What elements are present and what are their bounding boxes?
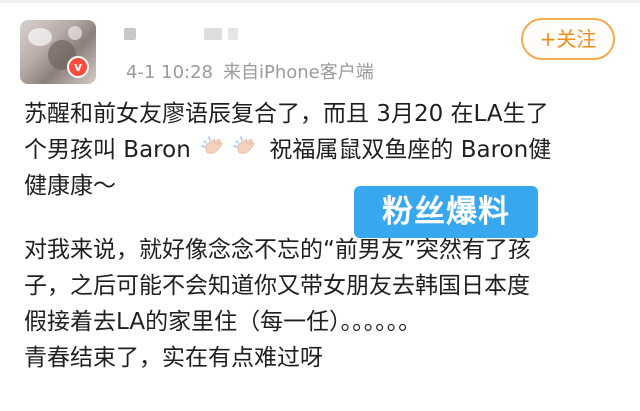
weibo-post-card: v 4-1 10:28 来自iPhone客户端 +关注 苏醒和前女友廖语辰复合了，… xyxy=(0,0,640,411)
fan-report-badge: 粉丝爆料 xyxy=(354,186,538,238)
post-source-device: iPhone客户端 xyxy=(259,62,374,83)
avatar-image-detail xyxy=(68,26,82,40)
blurred-username[interactable] xyxy=(124,28,244,48)
post-meta: 4-1 10:28 来自iPhone客户端 xyxy=(126,58,374,84)
verified-badge-icon: v xyxy=(67,56,89,78)
bottom-fade xyxy=(0,397,640,411)
follow-button[interactable]: +关注 xyxy=(521,18,615,60)
post-paragraph-1-line-2-prefix: 个男孩叫 Baron xyxy=(24,137,199,163)
clapping-hands-icon xyxy=(200,135,228,159)
post-paragraph-1-line-1: 苏醒和前女友廖语辰复合了，而且 3月20 在LA生了 xyxy=(24,101,549,127)
post-paragraph-2-line-3: 假接着去LA的家里住（每一任）。。。。。。 xyxy=(24,309,422,335)
post-paragraph-1-line-2-suffix: 祝福属鼠双鱼座的 Baron健 xyxy=(262,137,552,163)
blurred-username-fragment xyxy=(124,28,136,40)
post-paragraph-2-line-4: 青春结束了，实在有点难过呀 xyxy=(24,345,323,371)
post-source-prefix: 来自 xyxy=(223,62,259,83)
avatar-image-detail xyxy=(28,28,52,46)
post-paragraph-2-line-2: 子，之后可能不会知道你又带女朋友去韩国日本度 xyxy=(24,273,530,299)
post-paragraph-1-line-2: 个男孩叫 Baron 祝福属鼠双鱼座的 Baron健 xyxy=(24,132,616,168)
top-divider xyxy=(0,0,640,3)
post-timestamp: 4-1 10:28 xyxy=(126,62,213,83)
blurred-username-fragment xyxy=(204,28,222,40)
clapping-hands-icon xyxy=(232,135,260,159)
blurred-username-fragment xyxy=(228,28,238,40)
